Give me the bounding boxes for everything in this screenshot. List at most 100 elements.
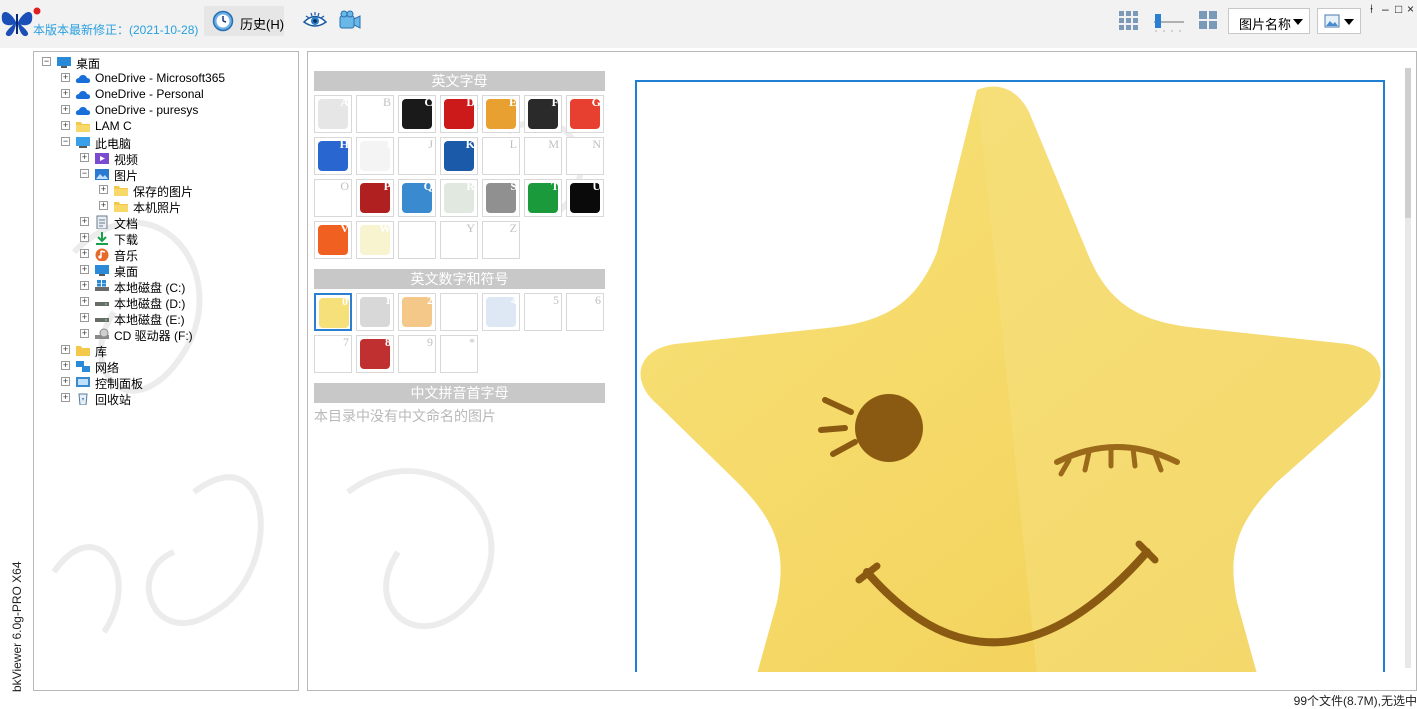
close-button[interactable]: × <box>1407 2 1414 16</box>
thumbnail-V[interactable]: V <box>314 221 352 259</box>
thumbnail-*[interactable]: * <box>440 335 478 373</box>
thumbnail-letter: Q <box>423 179 433 193</box>
expand-icon[interactable]: + <box>61 105 70 114</box>
view-mode-dropdown[interactable] <box>1317 8 1361 34</box>
thumbnail-8[interactable]: 8 <box>356 335 394 373</box>
image-preview[interactable] <box>635 80 1385 672</box>
thumbnail-X[interactable]: X <box>398 221 436 259</box>
thumbnail-letter: S <box>510 179 517 193</box>
thumbnail-letter: 7 <box>343 335 349 349</box>
thumbnail-L[interactable]: L <box>482 137 520 175</box>
thumbnail-1[interactable]: 1 <box>356 293 394 331</box>
minimize-button[interactable]: – <box>1382 2 1389 16</box>
desktop-icon <box>95 265 109 276</box>
folder-tree[interactable]: − 桌面 + OneDrive - Microsoft365 + OneDrive - P… <box>33 51 299 691</box>
thumbnail-P[interactable]: P <box>356 179 394 217</box>
history-button[interactable]: 历史(H) <box>204 6 284 36</box>
tree-item-label: 下载 <box>114 233 139 247</box>
expand-icon[interactable]: + <box>80 297 89 306</box>
butterfly-logo-icon[interactable] <box>0 6 34 38</box>
thumbnail-Y[interactable]: Y <box>440 221 478 259</box>
thumbnail-3[interactable]: 3 <box>440 293 478 331</box>
tree-item-label: 桌面 <box>114 265 139 279</box>
expand-icon[interactable]: + <box>80 217 89 226</box>
zoom-slider[interactable] <box>1152 10 1186 34</box>
collapse-icon[interactable]: − <box>42 57 51 66</box>
thumbnail-5[interactable]: 5 <box>524 293 562 331</box>
thumbnail-U[interactable]: U <box>566 179 604 217</box>
expand-icon[interactable]: + <box>61 377 70 386</box>
thumbnail-letter: F <box>551 95 559 109</box>
expand-icon[interactable]: + <box>61 361 70 370</box>
expand-icon[interactable]: + <box>99 201 108 210</box>
thumbnail-letter: X <box>424 221 433 235</box>
expand-icon[interactable]: + <box>80 265 89 274</box>
thumbnail-4[interactable]: 4 <box>482 293 520 331</box>
thumbnail-K[interactable]: K <box>440 137 478 175</box>
collapse-icon[interactable]: − <box>80 169 89 178</box>
control-panel-icon <box>76 377 90 387</box>
expand-icon[interactable]: + <box>61 73 70 82</box>
toolbar: 本版本最新修正：(2021-10-28) 历史(H) 图片名称 ⍿ – □ × <box>0 0 1417 48</box>
thumbnail-9[interactable]: 9 <box>398 335 436 373</box>
thumbnail-G[interactable]: G <box>566 95 604 133</box>
expand-icon[interactable]: + <box>80 281 89 290</box>
small-grid-icon[interactable] <box>1198 10 1218 30</box>
music-icon <box>95 248 109 261</box>
collapse-icon[interactable]: − <box>61 137 70 146</box>
thumbnail-F[interactable]: F <box>524 95 562 133</box>
expand-icon[interactable]: + <box>80 313 89 322</box>
expand-icon[interactable]: + <box>80 329 89 338</box>
app-title-vertical: bkViewer 6.0g-PRO X64 <box>10 561 24 692</box>
expand-icon[interactable]: + <box>80 249 89 258</box>
expand-icon[interactable]: + <box>99 185 108 194</box>
thumbnail-R[interactable]: R <box>440 179 478 217</box>
sort-dropdown-value: 图片名称 <box>1239 17 1292 32</box>
thumbnail-letter: H <box>339 137 349 151</box>
large-grid-icon[interactable] <box>1118 10 1140 32</box>
pin-icon[interactable]: ⍿ <box>1370 2 1373 17</box>
version-note[interactable]: 本版本最新修正：(2021-10-28) <box>33 21 198 38</box>
thumbnail-6[interactable]: 6 <box>566 293 604 331</box>
thumbnail-W[interactable]: W <box>356 221 394 259</box>
maximize-button[interactable]: □ <box>1395 2 1402 16</box>
thumbnail-2[interactable]: 2 <box>398 293 436 331</box>
thumbnail-N[interactable]: N <box>566 137 604 175</box>
thumbnail-letter: * <box>469 335 475 349</box>
thumbnail-letter: P <box>383 179 391 193</box>
thumbnail-Z[interactable]: Z <box>482 221 520 259</box>
desktop-icon <box>57 57 71 68</box>
scrollbar-thumb[interactable] <box>1405 68 1411 218</box>
thumbnail-A[interactable]: A <box>314 95 352 133</box>
expand-icon[interactable]: + <box>80 233 89 242</box>
thumbnail-H[interactable]: H <box>314 137 352 175</box>
video-icon <box>95 153 109 164</box>
preview-scrollbar[interactable] <box>1405 68 1411 668</box>
expand-icon[interactable]: + <box>61 393 70 402</box>
expand-icon[interactable]: + <box>80 153 89 162</box>
thumbnail-M[interactable]: M <box>524 137 562 175</box>
thumbnail-T[interactable]: T <box>524 179 562 217</box>
thumbnail-D[interactable]: D <box>440 95 478 133</box>
expand-icon[interactable]: + <box>61 345 70 354</box>
tree-item-label: 视频 <box>114 153 139 167</box>
library-icon <box>76 346 90 356</box>
thumbnail-S[interactable]: S <box>482 179 520 217</box>
camera-icon[interactable] <box>336 8 362 34</box>
thumbnail-C[interactable]: C <box>398 95 436 133</box>
tree-item-label: 本地磁盘 (E:) <box>114 313 185 327</box>
thumbnail-J[interactable]: J <box>398 137 436 175</box>
thumbnail-O[interactable]: O <box>314 179 352 217</box>
thumbnail-E[interactable]: E <box>482 95 520 133</box>
thumbnail-B[interactable]: B <box>356 95 394 133</box>
thumbnail-Q[interactable]: Q <box>398 179 436 217</box>
thumbnail-0[interactable]: 0 <box>314 293 352 331</box>
eye-icon[interactable] <box>302 8 328 34</box>
expand-icon[interactable]: + <box>61 121 70 130</box>
thumbnail-letter: 6 <box>595 293 601 307</box>
expand-icon[interactable]: + <box>61 89 70 98</box>
sort-dropdown[interactable]: 图片名称 <box>1228 8 1310 34</box>
thumbnail-I[interactable]: I <box>356 137 394 175</box>
tree-item-label: 音乐 <box>114 249 139 263</box>
thumbnail-7[interactable]: 7 <box>314 335 352 373</box>
